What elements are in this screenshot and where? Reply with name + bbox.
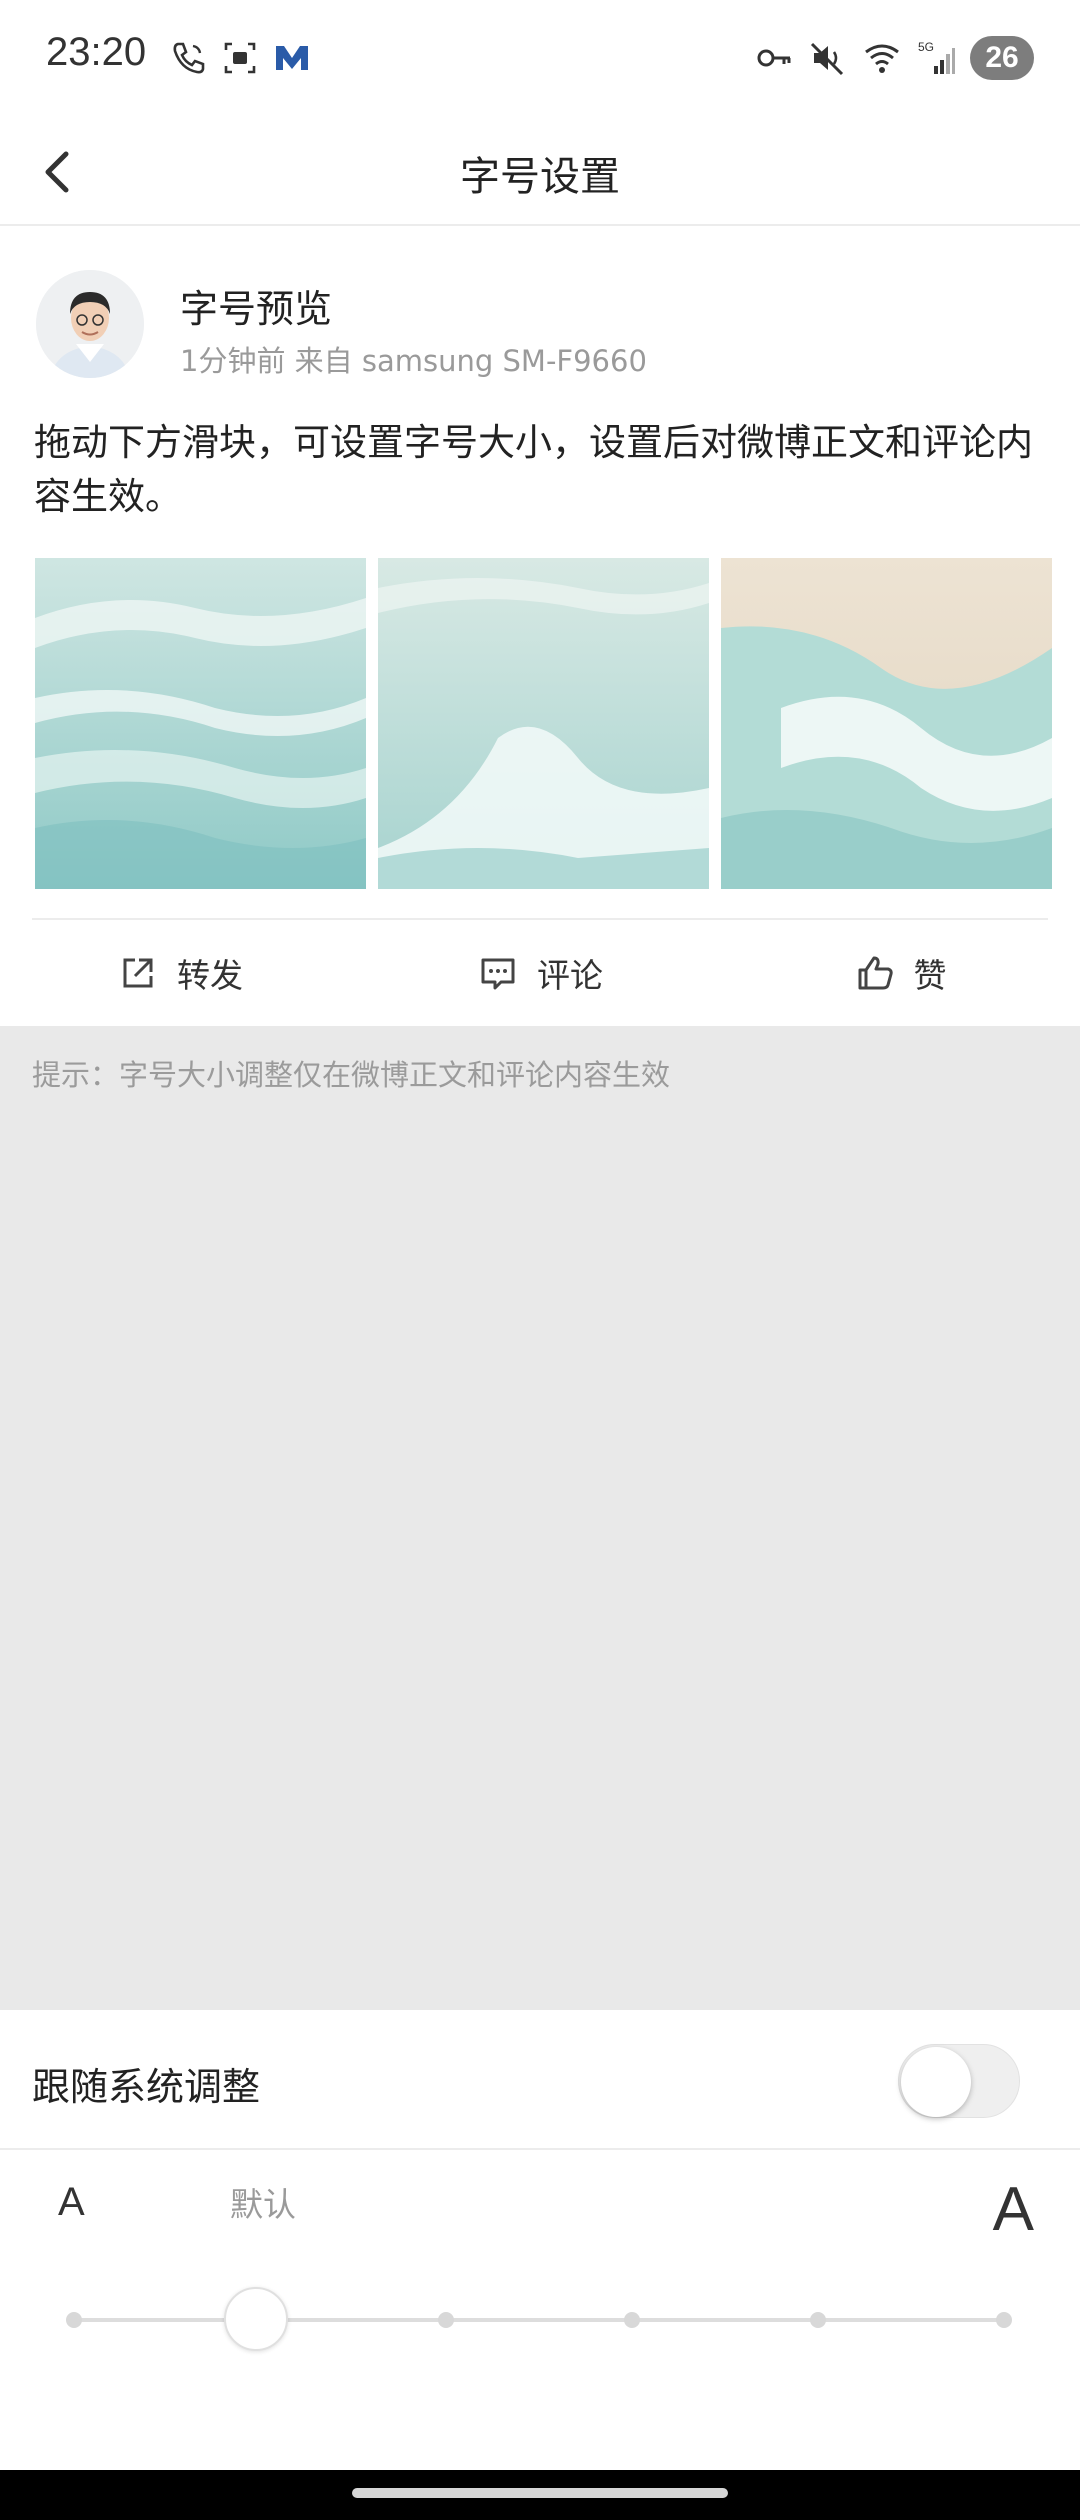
status-right-icons: 5G 26 [754,36,1034,80]
photo-2[interactable] [378,558,709,889]
wifi-icon [865,44,899,73]
default-size-label: 默认 [230,2185,296,2224]
action-bar: 转发 评论 赞 [0,920,1080,1026]
post-meta: 1分钟前 来自 samsung SM-F9660 [180,344,647,378]
large-font-label: A [992,2175,1034,2244]
mail-m-icon [276,46,308,70]
share-icon [123,958,153,988]
repost-label: 转发 [177,956,243,995]
battery-indicator: 26 [970,36,1034,80]
header: 字号设置 [0,118,1080,226]
photo-grid [35,558,1052,889]
photo-1[interactable] [35,558,366,889]
toggle-knob [901,2047,971,2117]
page-title: 字号设置 [460,154,620,200]
small-font-label: A [58,2180,85,2224]
key-icon [757,49,791,67]
like-button[interactable]: 赞 [720,920,1080,1026]
font-size-panel: A 默认 A [0,2152,1080,2470]
avatar-image [36,270,144,378]
signal-5g-icon: 5G [918,40,955,74]
font-size-slider-track[interactable] [74,2318,1006,2322]
phone-icon [173,42,205,74]
tip-text: 提示：字号大小调整仅在微博正文和评论内容生效 [32,1058,671,1092]
navigation-bar [0,2470,1080,2520]
comment-icon [481,958,515,990]
thumbs-up-icon [858,956,893,990]
mute-icon [810,42,844,76]
slider-step-dot[interactable] [438,2312,454,2328]
comment-label: 评论 [537,956,603,995]
follow-system-label: 跟随系统调整 [32,2065,261,2109]
font-size-slider-thumb[interactable] [224,2287,288,2351]
avatar[interactable] [36,270,144,378]
beach-image [378,558,709,889]
post-body: 拖动下方滑块，可设置字号大小，设置后对微博正文和评论内容生效。 [34,421,1033,518]
beach-image [721,558,1052,889]
follow-system-row: 跟随系统调整 [0,2010,1080,2150]
network-label: 5G [918,40,934,54]
photo-3[interactable] [721,558,1052,889]
slider-step-dot[interactable] [996,2312,1012,2328]
status-bar: 23:20 5G 26 [0,0,1080,118]
preview-background: 提示：字号大小调整仅在微博正文和评论内容生效 [0,1026,1080,2010]
like-label: 赞 [913,956,947,995]
slider-step-dot[interactable] [624,2312,640,2328]
beach-image [35,558,366,889]
status-left-icons [168,38,312,78]
screenshot-icon [224,42,256,74]
status-time: 23:20 [46,30,147,74]
post-preview-card: 字号预览 1分钟前 来自 samsung SM-F9660 拖动下方滑块，可设置… [0,228,1080,1026]
repost-button[interactable]: 转发 [0,920,360,1026]
slider-step-dot[interactable] [66,2312,82,2328]
follow-system-toggle[interactable] [898,2044,1020,2118]
home-indicator[interactable] [352,2488,728,2498]
post-author-name[interactable]: 字号预览 [180,278,332,333]
slider-step-dot[interactable] [810,2312,826,2328]
comment-button[interactable]: 评论 [360,920,720,1026]
